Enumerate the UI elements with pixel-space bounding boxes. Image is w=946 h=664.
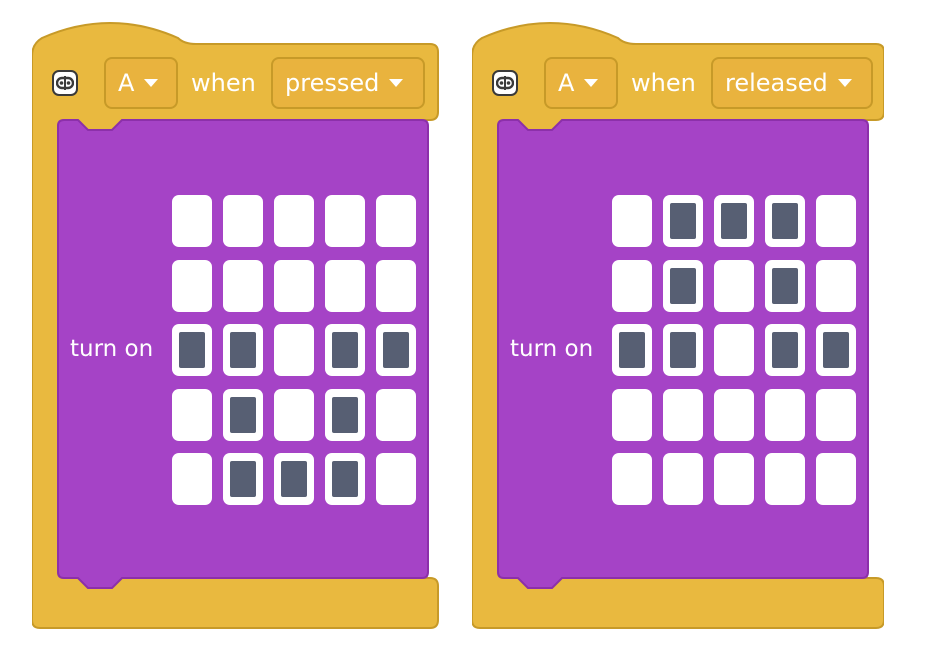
led-r1-c4[interactable] (376, 259, 416, 312)
led-r3-c0[interactable] (172, 388, 212, 441)
led-lit (230, 332, 256, 368)
led-r3-c1[interactable] (663, 388, 703, 441)
led-r0-c1[interactable] (663, 195, 703, 247)
turn-on-label: turn on (70, 336, 154, 362)
event-block-pressed[interactable]: A when pressed turn on (32, 20, 444, 629)
led-r2-c3[interactable] (765, 324, 805, 376)
button-dropdown-value: A (558, 69, 575, 97)
led-lit (772, 267, 798, 304)
hat-row: A when released (472, 57, 884, 109)
led-lit (383, 332, 409, 368)
led-r4-c4[interactable] (816, 453, 856, 505)
led-r0-c0[interactable] (172, 195, 212, 247)
led-r0-c2[interactable] (714, 195, 754, 247)
led-r2-c2[interactable] (274, 324, 314, 376)
microbit-icon (492, 70, 518, 96)
led-lit (332, 332, 358, 368)
chevron-down-icon (584, 79, 599, 87)
led-r1-c1[interactable] (663, 259, 703, 312)
led-r2-c0[interactable] (612, 324, 652, 376)
led-r4-c0[interactable] (172, 453, 212, 505)
chevron-down-icon (837, 79, 852, 87)
led-r1-c2[interactable] (714, 259, 754, 312)
event-block-released[interactable]: A when released turn on (472, 20, 884, 629)
led-r1-c3[interactable] (765, 259, 805, 312)
led-r2-c2[interactable] (714, 324, 754, 376)
led-lit (772, 203, 798, 239)
led-r4-c2[interactable] (274, 453, 314, 505)
led-r0-c3[interactable] (325, 195, 365, 247)
led-lit (670, 203, 696, 239)
button-dropdown-value: A (118, 69, 135, 97)
event-dropdown[interactable]: released (711, 57, 873, 109)
led-r2-c1[interactable] (663, 324, 703, 376)
led-r3-c3[interactable] (765, 388, 805, 441)
led-r4-c0[interactable] (612, 453, 652, 505)
when-label: when (191, 69, 256, 97)
chevron-down-icon (144, 79, 159, 87)
led-lit (670, 267, 696, 304)
led-r0-c3[interactable] (765, 195, 805, 247)
led-r1-c2[interactable] (274, 259, 314, 312)
led-lit (721, 203, 747, 239)
hat-row: A when pressed (32, 57, 444, 109)
led-r4-c4[interactable] (376, 453, 416, 505)
led-r4-c3[interactable] (765, 453, 805, 505)
led-lit (230, 396, 256, 433)
led-r1-c1[interactable] (223, 259, 263, 312)
led-r2-c3[interactable] (325, 324, 365, 376)
led-lit (179, 332, 205, 368)
led-r0-c1[interactable] (223, 195, 263, 247)
led-lit (230, 461, 256, 497)
led-r2-c4[interactable] (376, 324, 416, 376)
led-r0-c0[interactable] (612, 195, 652, 247)
when-label: when (631, 69, 696, 97)
turn-on-label: turn on (510, 336, 594, 362)
button-dropdown[interactable]: A (104, 57, 178, 109)
button-dropdown[interactable]: A (544, 57, 618, 109)
event-dropdown-value: pressed (285, 69, 380, 97)
led-r1-c4[interactable] (816, 259, 856, 312)
led-r3-c1[interactable] (223, 388, 263, 441)
led-r0-c4[interactable] (816, 195, 856, 247)
led-lit (332, 396, 358, 433)
led-lit (332, 461, 358, 497)
led-r3-c2[interactable] (274, 388, 314, 441)
led-r2-c4[interactable] (816, 324, 856, 376)
led-lit (670, 332, 696, 368)
led-r1-c3[interactable] (325, 259, 365, 312)
led-lit (619, 332, 645, 368)
led-r3-c4[interactable] (376, 388, 416, 441)
led-r4-c3[interactable] (325, 453, 365, 505)
led-r4-c1[interactable] (223, 453, 263, 505)
led-r3-c3[interactable] (325, 388, 365, 441)
led-r1-c0[interactable] (612, 259, 652, 312)
microbit-icon (52, 70, 78, 96)
event-dropdown[interactable]: pressed (271, 57, 425, 109)
led-r2-c1[interactable] (223, 324, 263, 376)
led-r3-c2[interactable] (714, 388, 754, 441)
led-r2-c0[interactable] (172, 324, 212, 376)
led-lit (281, 461, 307, 497)
led-r3-c0[interactable] (612, 388, 652, 441)
led-r3-c4[interactable] (816, 388, 856, 441)
led-r4-c1[interactable] (663, 453, 703, 505)
led-r0-c4[interactable] (376, 195, 416, 247)
event-dropdown-value: released (725, 69, 828, 97)
led-lit (772, 332, 798, 368)
led-r1-c0[interactable] (172, 259, 212, 312)
led-lit (823, 332, 849, 368)
chevron-down-icon (389, 79, 404, 87)
led-r0-c2[interactable] (274, 195, 314, 247)
led-r4-c2[interactable] (714, 453, 754, 505)
